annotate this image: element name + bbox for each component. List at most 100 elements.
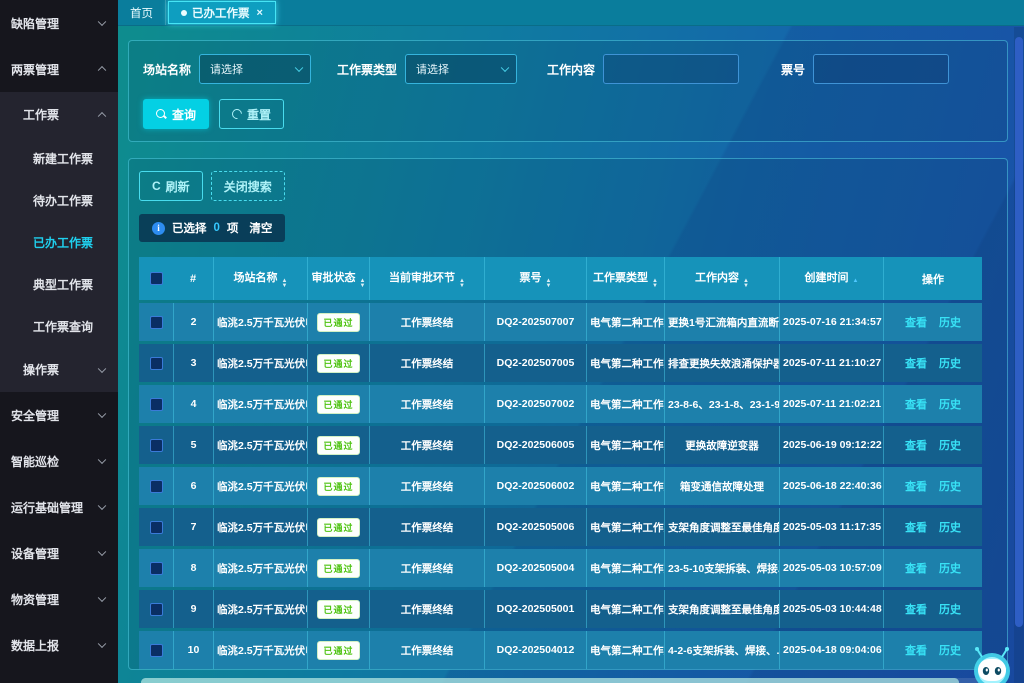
- clear-selection-link[interactable]: 清空: [249, 220, 272, 236]
- column-header[interactable]: 创建时间▲▼: [779, 257, 883, 300]
- tab-done-worktickets[interactable]: 已办工作票 ×: [168, 1, 276, 24]
- history-link[interactable]: 历史: [939, 522, 961, 534]
- table-row: 5 临洮2.5万千瓦光伏电.. 已通过 工作票终结 DQ2-202506005 …: [139, 426, 982, 464]
- view-link[interactable]: 查看: [905, 399, 927, 411]
- sidebar-item[interactable]: 工作票: [0, 92, 118, 137]
- sort-arrows-icon[interactable]: ▲▼: [546, 279, 552, 289]
- column-header[interactable]: #▲▼: [173, 257, 213, 300]
- sidebar-item[interactable]: 数据上报: [0, 622, 118, 668]
- query-button[interactable]: 查询: [143, 99, 209, 129]
- status-cell: 已通过: [307, 467, 369, 505]
- column-header[interactable]: 场站名称▲▼: [213, 257, 307, 300]
- select-all-checkbox[interactable]: [150, 272, 163, 285]
- sidebar-item[interactable]: 缺陷管理: [0, 0, 118, 46]
- column-header[interactable]: 审批状态▲▼: [307, 257, 369, 300]
- row-checkbox[interactable]: [150, 398, 163, 411]
- row-checkbox[interactable]: [150, 644, 163, 657]
- history-link[interactable]: 历史: [939, 645, 961, 657]
- tab-close-icon[interactable]: ×: [257, 7, 263, 19]
- column-header[interactable]: 操作▲▼: [883, 257, 982, 300]
- tab-home[interactable]: 首页: [118, 0, 166, 25]
- sort-arrows-icon[interactable]: ▲▼: [282, 279, 288, 289]
- sidebar-item[interactable]: 工作票查询: [0, 305, 118, 347]
- actions-cell: 查看历史: [883, 590, 982, 628]
- history-link[interactable]: 历史: [939, 481, 961, 493]
- reset-button[interactable]: 重置: [219, 99, 284, 129]
- column-header[interactable]: 票号▲▼: [484, 257, 586, 300]
- refresh-button[interactable]: C 刷新: [139, 171, 203, 201]
- column-header[interactable]: 当前审批环节▲▼: [369, 257, 484, 300]
- sidebar-item[interactable]: 操作票: [0, 347, 118, 392]
- table-header-row: #▲▼ 场站名称▲▼ 审批状态▲▼: [139, 257, 982, 300]
- sidebar-item[interactable]: 已办工作票: [0, 221, 118, 263]
- view-link[interactable]: 查看: [905, 317, 927, 329]
- row-checkbox[interactable]: [150, 316, 163, 329]
- row-checkbox[interactable]: [150, 603, 163, 616]
- sidebar-item[interactable]: 设备管理: [0, 530, 118, 576]
- work-content-cell: 23-5-10支架拆装、焊接...: [664, 549, 779, 587]
- station-cell: 临洮2.5万千瓦光伏电..: [213, 590, 307, 628]
- work-content-cell: 排查更换失效浪涌保护器: [664, 344, 779, 382]
- history-link[interactable]: 历史: [939, 358, 961, 370]
- work-content-input[interactable]: [603, 54, 739, 84]
- sidebar-item[interactable]: 运行基础管理: [0, 484, 118, 530]
- table-row: 2 临洮2.5万千瓦光伏电.. 已通过 工作票终结 DQ2-202507007 …: [139, 303, 982, 341]
- sidebar: 缺陷管理 两票管理 工作票 新建工作票 待办工作票: [0, 0, 118, 683]
- sort-arrows-icon[interactable]: ▲▼: [853, 279, 859, 289]
- sidebar-item[interactable]: 待办工作票: [0, 179, 118, 221]
- actions-cell: 查看历史: [883, 426, 982, 464]
- main-area: 首页 已办工作票 × 场站名称 请选择: [118, 0, 1024, 683]
- status-cell: 已通过: [307, 385, 369, 423]
- view-link[interactable]: 查看: [905, 481, 927, 493]
- tab-label: 已办工作票: [192, 5, 250, 21]
- station-select[interactable]: 请选择: [199, 54, 311, 84]
- row-checkbox[interactable]: [150, 357, 163, 370]
- column-header[interactable]: 工作内容▲▼: [664, 257, 779, 300]
- view-link[interactable]: 查看: [905, 440, 927, 452]
- horizontal-scrollbar[interactable]: [141, 678, 993, 683]
- table-row: 10 临洮2.5万千瓦光伏电.. 已通过 工作票终结 DQ2-202504012…: [139, 631, 982, 669]
- sidebar-item-label: 新建工作票: [33, 150, 93, 167]
- status-badge: 已通过: [317, 518, 359, 537]
- row-checkbox[interactable]: [150, 480, 163, 493]
- sidebar-item[interactable]: 智能巡检: [0, 438, 118, 484]
- row-checkbox[interactable]: [150, 439, 163, 452]
- history-link[interactable]: 历史: [939, 440, 961, 452]
- row-checkbox[interactable]: [150, 521, 163, 534]
- close-search-button[interactable]: 关闭搜索: [211, 171, 285, 201]
- ticket-no-cell: DQ2-202506002: [484, 467, 586, 505]
- history-link[interactable]: 历史: [939, 317, 961, 329]
- assistant-robot-button[interactable]: [968, 645, 1016, 683]
- ticket-type-select[interactable]: 请选择: [405, 54, 517, 84]
- sidebar-item[interactable]: 安全管理: [0, 392, 118, 438]
- view-link[interactable]: 查看: [905, 563, 927, 575]
- selection-count: 0: [214, 222, 220, 234]
- ticket-no-cell: DQ2-202505006: [484, 508, 586, 546]
- chevron-down-icon: [501, 64, 509, 72]
- sidebar-item-label: 工作票查询: [33, 318, 93, 335]
- history-link[interactable]: 历史: [939, 399, 961, 411]
- row-checkbox[interactable]: [150, 562, 163, 575]
- work-content-cell: 箱变通信故障处理: [664, 467, 779, 505]
- view-link[interactable]: 查看: [905, 358, 927, 370]
- view-link[interactable]: 查看: [905, 522, 927, 534]
- sidebar-item[interactable]: 典型工作票: [0, 263, 118, 305]
- sidebar-item[interactable]: 新建工作票: [0, 137, 118, 179]
- view-link[interactable]: 查看: [905, 604, 927, 616]
- sort-arrows-icon[interactable]: ▲▼: [459, 279, 465, 289]
- sort-arrows-icon[interactable]: ▲▼: [652, 279, 658, 289]
- ticket-no-input[interactable]: [813, 54, 949, 84]
- station-cell: 临洮2.5万千瓦光伏电..: [213, 385, 307, 423]
- sort-arrows-icon[interactable]: ▲▼: [743, 279, 749, 289]
- column-header-label: 操作: [922, 274, 944, 286]
- column-header[interactable]: 工作票类型▲▼: [586, 257, 664, 300]
- select-all-header: [139, 257, 173, 300]
- view-link[interactable]: 查看: [905, 645, 927, 657]
- history-link[interactable]: 历史: [939, 563, 961, 575]
- table-body: 2 临洮2.5万千瓦光伏电.. 已通过 工作票终结 DQ2-202507007 …: [139, 303, 982, 669]
- history-link[interactable]: 历史: [939, 604, 961, 616]
- horizontal-scrollbar-thumb[interactable]: [141, 678, 959, 683]
- sidebar-item[interactable]: 两票管理: [0, 46, 118, 92]
- sidebar-item[interactable]: 物资管理: [0, 576, 118, 622]
- sort-arrows-icon[interactable]: ▲▼: [360, 279, 366, 289]
